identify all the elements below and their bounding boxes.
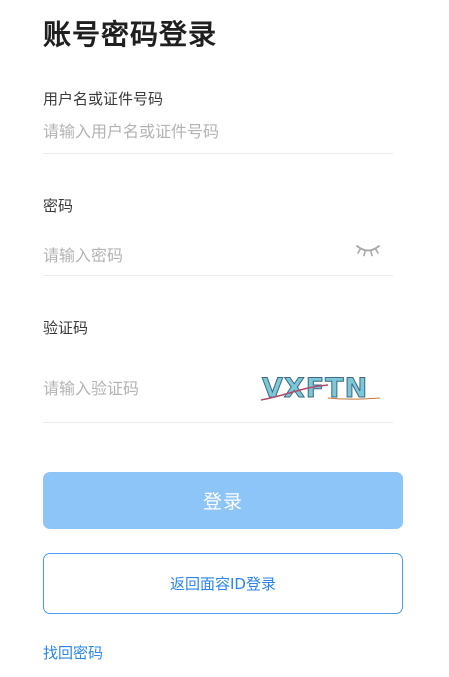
eye-closed-icon[interactable] (355, 243, 381, 259)
password-label: 密码 (43, 197, 74, 215)
page-title: 账号密码登录 (43, 18, 218, 51)
username-label: 用户名或证件号码 (43, 90, 164, 108)
forgot-password-link[interactable]: 找回密码 (43, 642, 103, 663)
username-divider (43, 153, 393, 154)
password-input[interactable] (43, 240, 343, 270)
captcha-label: 验证码 (43, 319, 89, 337)
captcha-input[interactable] (43, 373, 243, 403)
username-input[interactable] (43, 116, 391, 146)
login-button[interactable]: 登录 (43, 472, 403, 529)
face-id-login-button[interactable]: 返回面容ID登录 (43, 553, 403, 614)
captcha-image[interactable]: VXFTN (258, 367, 382, 407)
password-divider (43, 275, 393, 276)
captcha-divider (43, 422, 393, 423)
